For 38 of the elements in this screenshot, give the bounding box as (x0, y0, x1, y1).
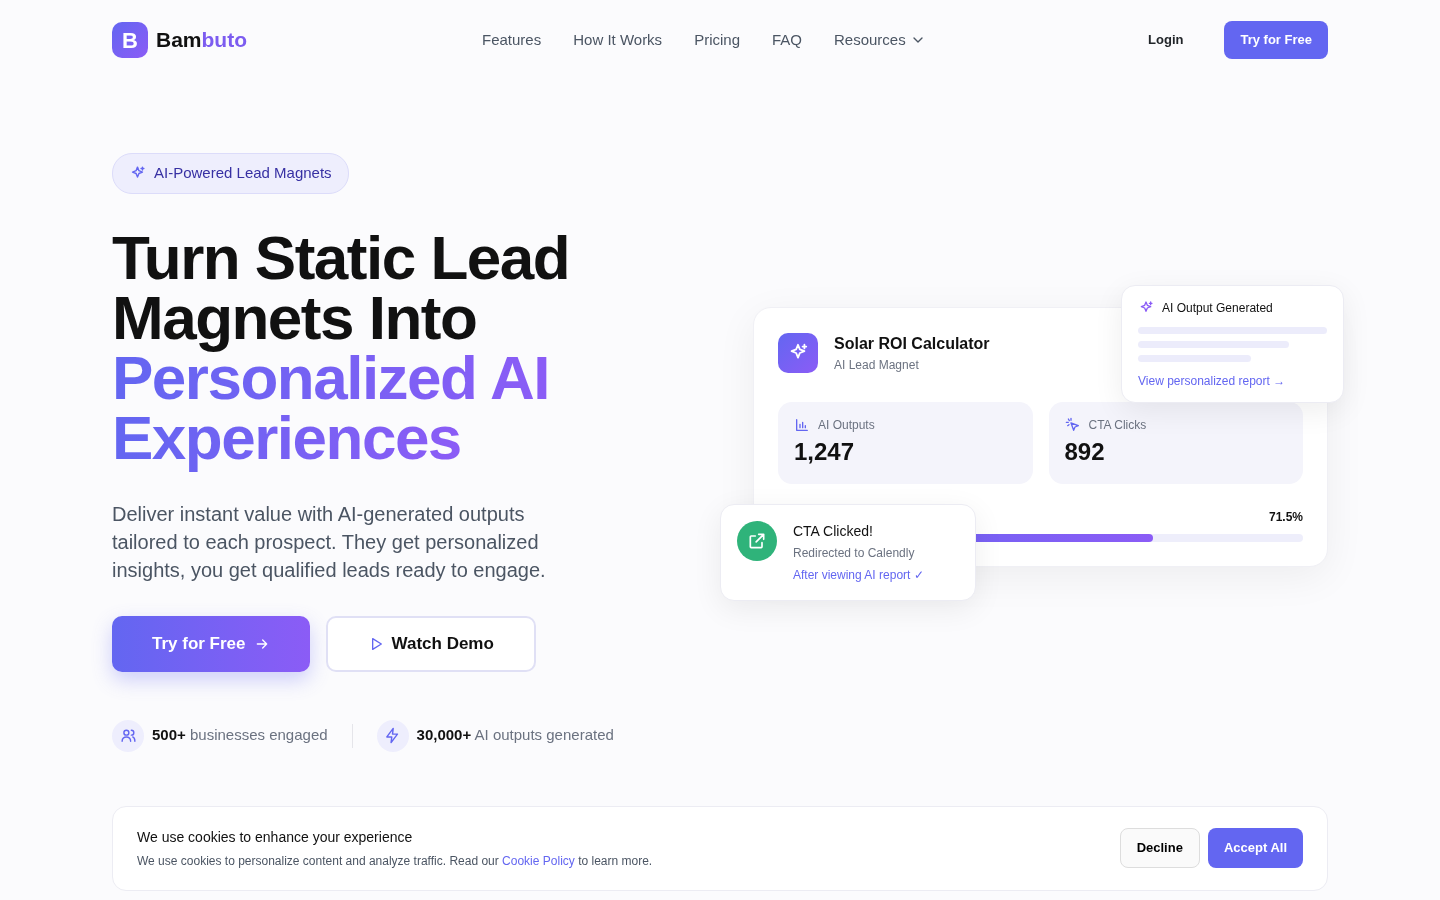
logo-icon: B (112, 22, 148, 58)
card-title: Solar ROI Calculator (834, 334, 990, 354)
stat-text: 500+ businesses engaged (152, 725, 328, 746)
metric-value: 1,247 (794, 437, 856, 467)
cookie-text: We use cookies to personalize content and analyze traffic. Read our Cookie Policy to learn more. (137, 852, 653, 870)
nav-link[interactable]: FAQ (772, 28, 802, 52)
brand-name: Bambuto (156, 27, 247, 54)
metric-value: 892 (1064, 437, 1106, 467)
toast-title: CTA Clicked! (793, 522, 874, 541)
cursor-click-icon (1064, 417, 1081, 433)
badge: AI-Powered Lead Magnets (112, 153, 349, 194)
metric-label: AI Outputs (818, 417, 875, 434)
nav-link[interactable]: How It Works (573, 28, 663, 52)
try-free-button[interactable]: Try for Free (1224, 21, 1328, 59)
toast-subtitle: Redirected to Calendly (793, 545, 916, 562)
nav-link[interactable]: Resources (834, 28, 926, 52)
try-free-button[interactable]: Try for Free (112, 615, 310, 672)
output-title: AI Output Generated (1162, 300, 1273, 317)
cookie-policy-link[interactable]: Cookie Policy (502, 853, 575, 868)
login-link[interactable]: Login (1135, 23, 1197, 57)
bar-chart-icon (794, 417, 810, 433)
report-link[interactable]: View personalized report → (1138, 372, 1327, 390)
app-icon (778, 333, 818, 373)
card-subtitle: AI Lead Magnet (834, 357, 920, 374)
external-link-icon (737, 521, 777, 561)
accept-all-button[interactable]: Accept All (1207, 828, 1303, 868)
stat-text: 30,000+ AI outputs generated (416, 725, 614, 746)
progress-reading: 71.5% (1268, 509, 1303, 526)
nav-link[interactable]: Pricing (694, 28, 740, 52)
decline-button[interactable]: Decline (1119, 828, 1200, 868)
stat-icon (112, 719, 144, 752)
watch-demo-button[interactable]: Watch Demo (325, 615, 536, 672)
stat-icon (376, 719, 409, 752)
hero-description: Deliver instant value with AI-generated outputs tailored to each prospect. They get personalized insights, you get qualified leads ready to engage. (112, 501, 547, 583)
cookie-title: We use cookies to enhance your experience (137, 827, 414, 847)
nav-link[interactable]: Features (482, 28, 542, 52)
metric-label: CTA Clicks (1088, 417, 1147, 434)
toast-note: After viewing AI report ✓ (793, 567, 924, 584)
